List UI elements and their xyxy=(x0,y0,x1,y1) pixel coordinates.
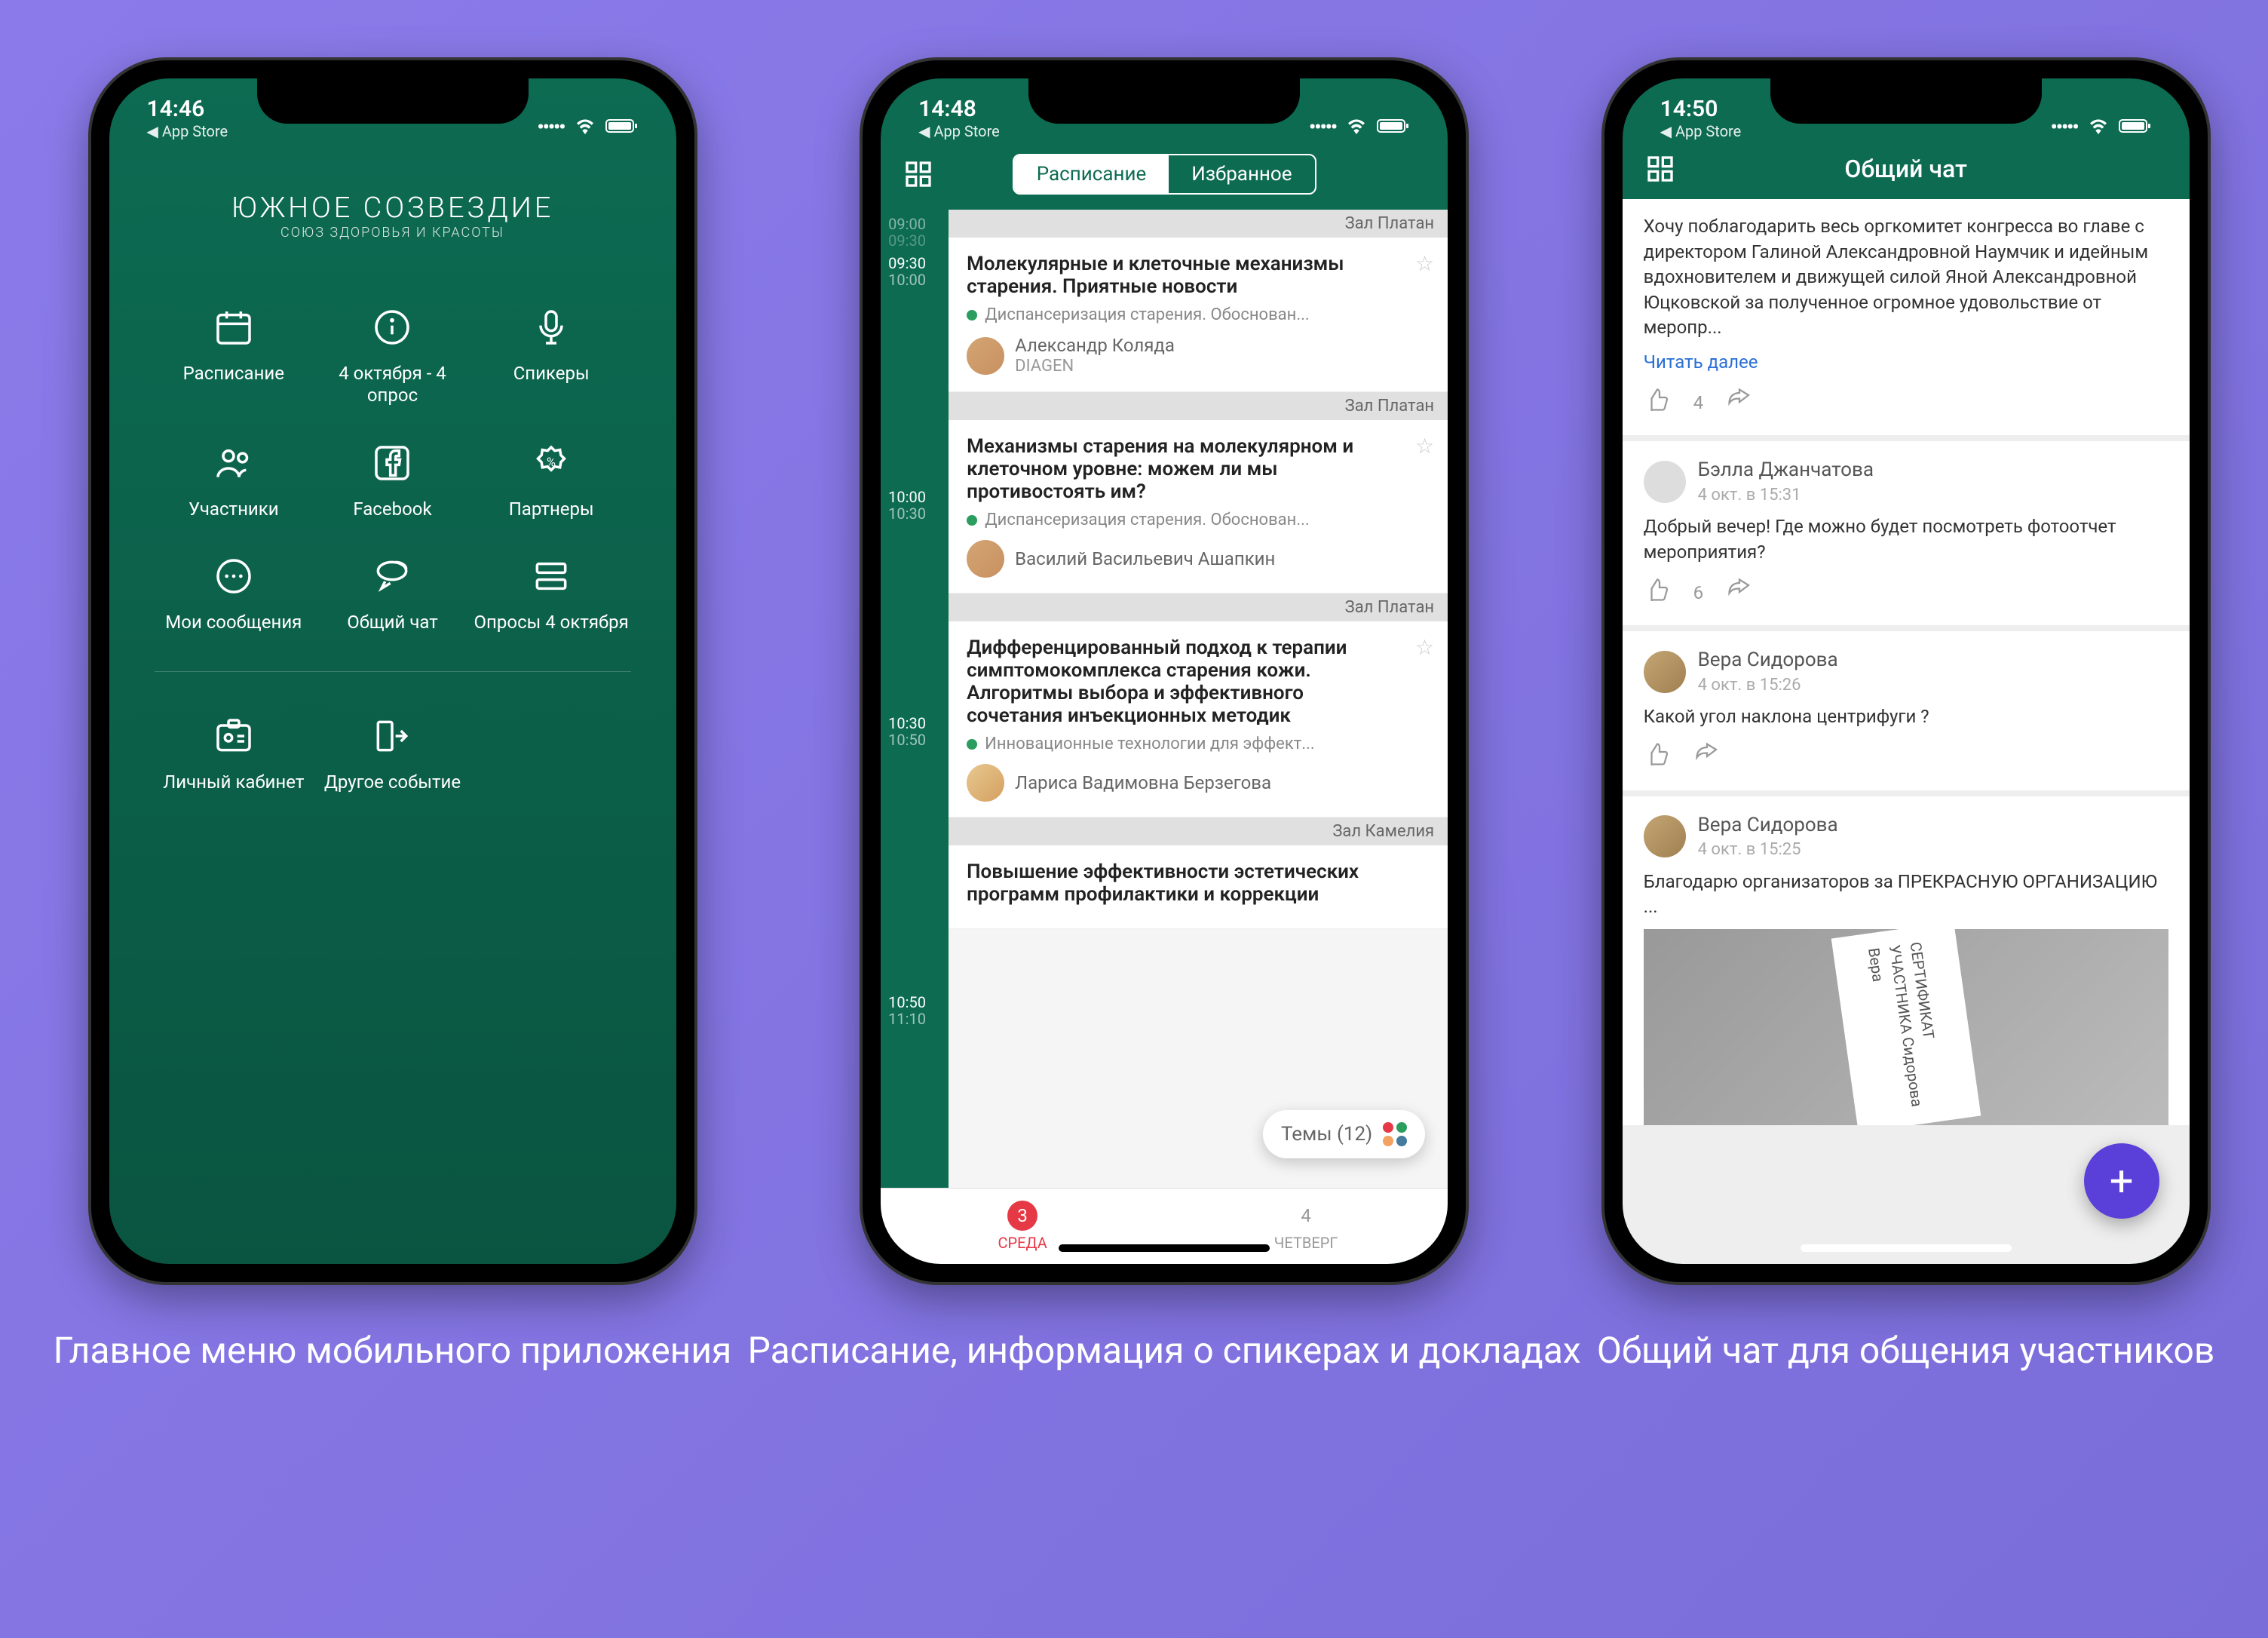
battery-icon xyxy=(605,114,639,140)
favorite-star-icon[interactable]: ☆ xyxy=(1415,434,1434,459)
new-message-fab[interactable]: + xyxy=(2084,1143,2159,1219)
user-avatar xyxy=(1644,651,1686,693)
event-card[interactable]: ☆ Механизмы старения на молекулярном и к… xyxy=(949,420,1448,594)
menu-my-messages[interactable]: Мои сообщения xyxy=(155,550,314,633)
notch xyxy=(1028,78,1300,124)
home-indicator[interactable] xyxy=(1059,1244,1270,1252)
battery-icon xyxy=(2119,114,2152,140)
tab-schedule[interactable]: Расписание xyxy=(1014,155,1169,193)
favorite-star-icon[interactable]: ☆ xyxy=(1415,251,1434,276)
user-avatar xyxy=(1644,461,1686,503)
like-button[interactable] xyxy=(1644,576,1671,611)
caption-2: Расписание, информация о спикерах и докл… xyxy=(748,1327,1581,1374)
color-dots-icon xyxy=(1383,1122,1407,1146)
schedule-tabs: Расписание Избранное xyxy=(1013,154,1316,195)
share-button[interactable] xyxy=(1693,741,1721,775)
day-tab-thursday[interactable]: 4 ЧЕТВЕРГ xyxy=(1164,1189,1448,1264)
menu-partners[interactable]: % Партнеры xyxy=(472,437,631,520)
speaker-avatar xyxy=(967,337,1004,375)
event-card[interactable]: ☆ Молекулярные и клеточные механизмы ста… xyxy=(949,238,1448,392)
chat-icon xyxy=(366,550,418,603)
status-time: 14:50 xyxy=(1660,96,1742,122)
notch xyxy=(257,78,529,124)
facebook-icon xyxy=(366,437,418,489)
microphone-icon xyxy=(525,301,578,354)
wifi-icon xyxy=(1345,114,1368,140)
menu-polls-today[interactable]: 4 октября - 4 опрос xyxy=(313,301,472,406)
day-tabs: 3 СРЕДА 4 ЧЕТВЕРГ xyxy=(881,1188,1448,1264)
themes-filter-button[interactable]: Темы (12) xyxy=(1263,1110,1425,1158)
caption-3: Общий чат для общения участников xyxy=(1597,1327,2214,1374)
app-logo: ЮЖНОЕ СОЗВЕЗДИЕ СОЮЗ ЗДОРОВЬЯ И КРАСОТЫ xyxy=(109,192,676,241)
divider xyxy=(155,671,631,672)
chat-message[interactable]: Вера Сидорова4 окт. в 15:25 Благодарю ор… xyxy=(1623,796,2190,1125)
room-label: Зал Платан xyxy=(949,594,1448,621)
menu-participants[interactable]: Участники xyxy=(155,437,314,520)
menu-facebook[interactable]: Facebook xyxy=(313,437,472,520)
exit-icon xyxy=(366,710,418,762)
wifi-icon xyxy=(574,114,596,140)
chat-image-attachment[interactable]: СЕРТИФИКАТ УЧАСТНИКА Сидорова Вера xyxy=(1644,929,2168,1125)
chat-message[interactable]: Вера Сидорова4 окт. в 15:26 Какой угол н… xyxy=(1623,631,2190,790)
message-icon xyxy=(207,550,260,603)
read-more-link[interactable]: Читать далее xyxy=(1644,350,2168,376)
grid-view-button[interactable] xyxy=(903,159,933,189)
share-button[interactable] xyxy=(1726,576,1753,611)
chat-message[interactable]: Хочу поблагодарить весь оргкомитет конгр… xyxy=(1623,199,2190,435)
speaker-avatar xyxy=(967,540,1004,578)
phone-chat: 14:50 ◀ App Store ••••• Общий чат Хочу п… xyxy=(1604,60,2208,1282)
phone-schedule: 14:48 ◀ App Store ••••• Расписание Избра… xyxy=(863,60,1466,1282)
phone-main-menu: 14:46 ◀ App Store ••••• ЮЖНОЕ СОЗВЕЗДИЕ … xyxy=(91,60,694,1282)
signal-icon: ••••• xyxy=(1309,116,1336,139)
room-label: Зал Платан xyxy=(949,210,1448,238)
tab-favorites[interactable]: Избранное xyxy=(1169,155,1314,193)
menu-chat[interactable]: Общий чат xyxy=(313,550,472,633)
day-tab-wednesday[interactable]: 3 СРЕДА xyxy=(881,1189,1164,1264)
like-button[interactable] xyxy=(1644,386,1671,421)
calendar-icon xyxy=(207,301,260,354)
info-icon xyxy=(366,301,418,354)
menu-polls[interactable]: Опросы 4 октября xyxy=(472,550,631,633)
back-to-appstore[interactable]: ◀ App Store xyxy=(918,122,1000,140)
room-label: Зал Платан xyxy=(949,392,1448,420)
users-icon xyxy=(207,437,260,489)
menu-speakers[interactable]: Спикеры xyxy=(472,301,631,406)
share-button[interactable] xyxy=(1726,386,1753,421)
user-avatar xyxy=(1644,815,1686,857)
status-time: 14:48 xyxy=(918,96,1000,122)
favorite-star-icon[interactable]: ☆ xyxy=(1415,635,1434,660)
like-button[interactable] xyxy=(1644,741,1671,775)
event-card[interactable]: Повышение эффективности эстетических про… xyxy=(949,845,1448,929)
id-card-icon xyxy=(207,710,260,762)
battery-icon xyxy=(1377,114,1410,140)
notch xyxy=(1770,78,2042,124)
time-column: 09:0009:30 09:3010:00 10:0010:30 10:3010… xyxy=(881,210,949,1188)
chat-title: Общий чат xyxy=(1675,155,2137,183)
status-time: 14:46 xyxy=(147,96,228,122)
wifi-icon xyxy=(2087,114,2110,140)
speaker-avatar xyxy=(967,764,1004,802)
back-to-appstore[interactable]: ◀ App Store xyxy=(1660,122,1742,140)
grid-view-button[interactable] xyxy=(1645,154,1675,184)
signal-icon: ••••• xyxy=(2051,116,2078,139)
chat-message[interactable]: Бэлла Джанчатова4 окт. в 15:31 Добрый ве… xyxy=(1623,441,2190,625)
menu-other-event[interactable]: Другое событие xyxy=(313,710,472,793)
svg-text:%: % xyxy=(547,455,556,469)
badge-icon: % xyxy=(525,437,578,489)
list-icon xyxy=(525,550,578,603)
event-card[interactable]: ☆ Дифференцированный подход к терапии си… xyxy=(949,621,1448,817)
back-to-appstore[interactable]: ◀ App Store xyxy=(147,122,228,140)
menu-schedule[interactable]: Расписание xyxy=(155,301,314,406)
menu-profile[interactable]: Личный кабинет xyxy=(155,710,314,793)
home-indicator[interactable] xyxy=(1801,1244,2012,1252)
caption-1: Главное меню мобильного приложения xyxy=(54,1327,732,1374)
room-label: Зал Камелия xyxy=(949,817,1448,845)
signal-icon: ••••• xyxy=(537,116,564,139)
